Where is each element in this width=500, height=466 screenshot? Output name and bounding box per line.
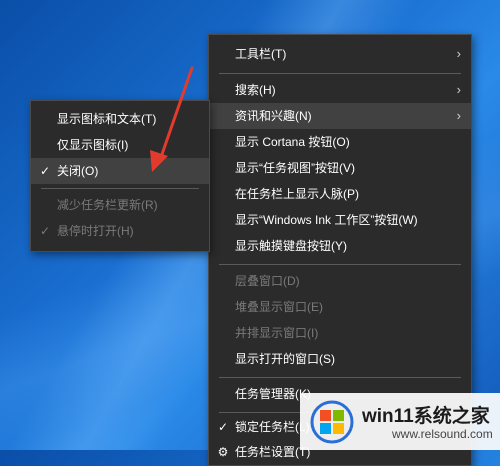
annotation-arrow-icon bbox=[150, 66, 194, 172]
watermark-url: www.relsound.com bbox=[392, 427, 493, 441]
watermark-title: win11系统之家 bbox=[362, 406, 490, 427]
watermark: win11系统之家 www.relsound.com bbox=[300, 393, 500, 450]
windows-logo-icon bbox=[310, 400, 354, 444]
